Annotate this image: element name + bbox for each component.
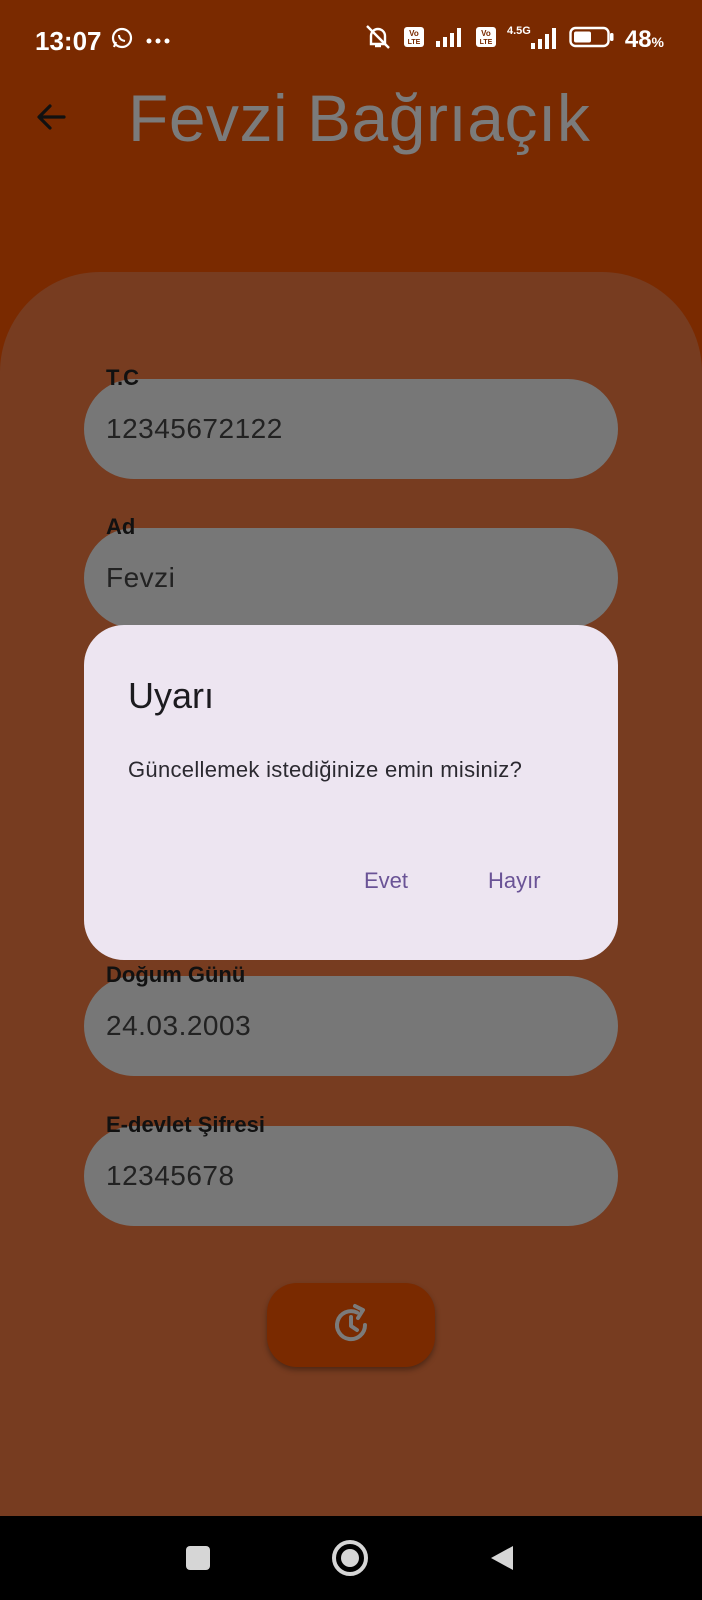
name-field[interactable]: Fevzi <box>84 528 618 628</box>
edevlet-password-field[interactable]: 12345678 <box>84 1126 618 1226</box>
svg-text:Vo: Vo <box>481 29 491 38</box>
page-title: Fevzi Bağrıaçık <box>128 81 591 155</box>
refresh-clock-icon <box>335 1304 368 1342</box>
update-button[interactable] <box>267 1283 435 1367</box>
battery-percentage: 48% <box>624 25 664 53</box>
svg-text:LTE: LTE <box>479 39 492 46</box>
volte-icon-2: Vo LTE <box>475 26 497 53</box>
square-icon <box>186 1546 210 1570</box>
tc-field[interactable]: 12345672122 <box>84 379 618 479</box>
name-value: Fevzi <box>106 562 176 593</box>
birthday-label: Doğum Günü <box>106 962 246 987</box>
svg-text:4.5G: 4.5G <box>507 25 531 37</box>
home-button[interactable] <box>328 1536 372 1580</box>
bell-muted-icon <box>363 24 393 55</box>
recents-button[interactable] <box>176 1536 220 1580</box>
app-screen: 13:07 Vo LTE Vo LTE 4.5G 48% Fevzi Bağrı… <box>0 0 702 1572</box>
triangle-back-icon <box>491 1546 513 1570</box>
confirm-dialog: Uyarı Güncellemek istediğinize emin misi… <box>84 625 618 960</box>
svg-text:Vo: Vo <box>409 29 419 38</box>
more-dots-icon <box>146 32 170 50</box>
birthday-value: 24.03.2003 <box>106 1010 252 1041</box>
nav-back-button[interactable] <box>480 1536 524 1580</box>
tc-label: T.C <box>106 365 139 390</box>
signal-4g-icon: 4.5G <box>507 24 559 55</box>
dialog-title: Uyarı <box>128 675 215 716</box>
edevlet-password-value: 12345678 <box>106 1160 235 1191</box>
tc-value: 12345672122 <box>106 413 283 444</box>
volte-icon: Vo LTE <box>403 26 425 53</box>
signal-icon <box>435 26 465 53</box>
dialog-message: Güncellemek istediğinize emin misiniz? <box>128 757 523 782</box>
system-nav-bar <box>0 1516 702 1600</box>
status-time: 13:07 <box>35 26 102 56</box>
status-left-icons <box>110 26 170 55</box>
edevlet-password-label: E-devlet Şifresi <box>106 1112 265 1137</box>
cancel-button[interactable]: Hayır <box>478 860 551 902</box>
name-label: Ad <box>106 514 136 539</box>
confirm-button[interactable]: Evet <box>354 860 418 902</box>
circle-icon <box>332 1540 368 1576</box>
whatsapp-icon <box>110 26 134 55</box>
battery-icon <box>569 26 615 53</box>
status-bar: 13:07 Vo LTE Vo LTE 4.5G 48% <box>0 0 702 80</box>
back-button[interactable] <box>30 95 74 139</box>
birthday-field[interactable]: 24.03.2003 <box>84 976 618 1076</box>
status-right-icons: Vo LTE Vo LTE 4.5G 48% <box>363 24 664 55</box>
svg-text:LTE: LTE <box>407 39 420 46</box>
arrow-left-icon <box>37 104 66 130</box>
